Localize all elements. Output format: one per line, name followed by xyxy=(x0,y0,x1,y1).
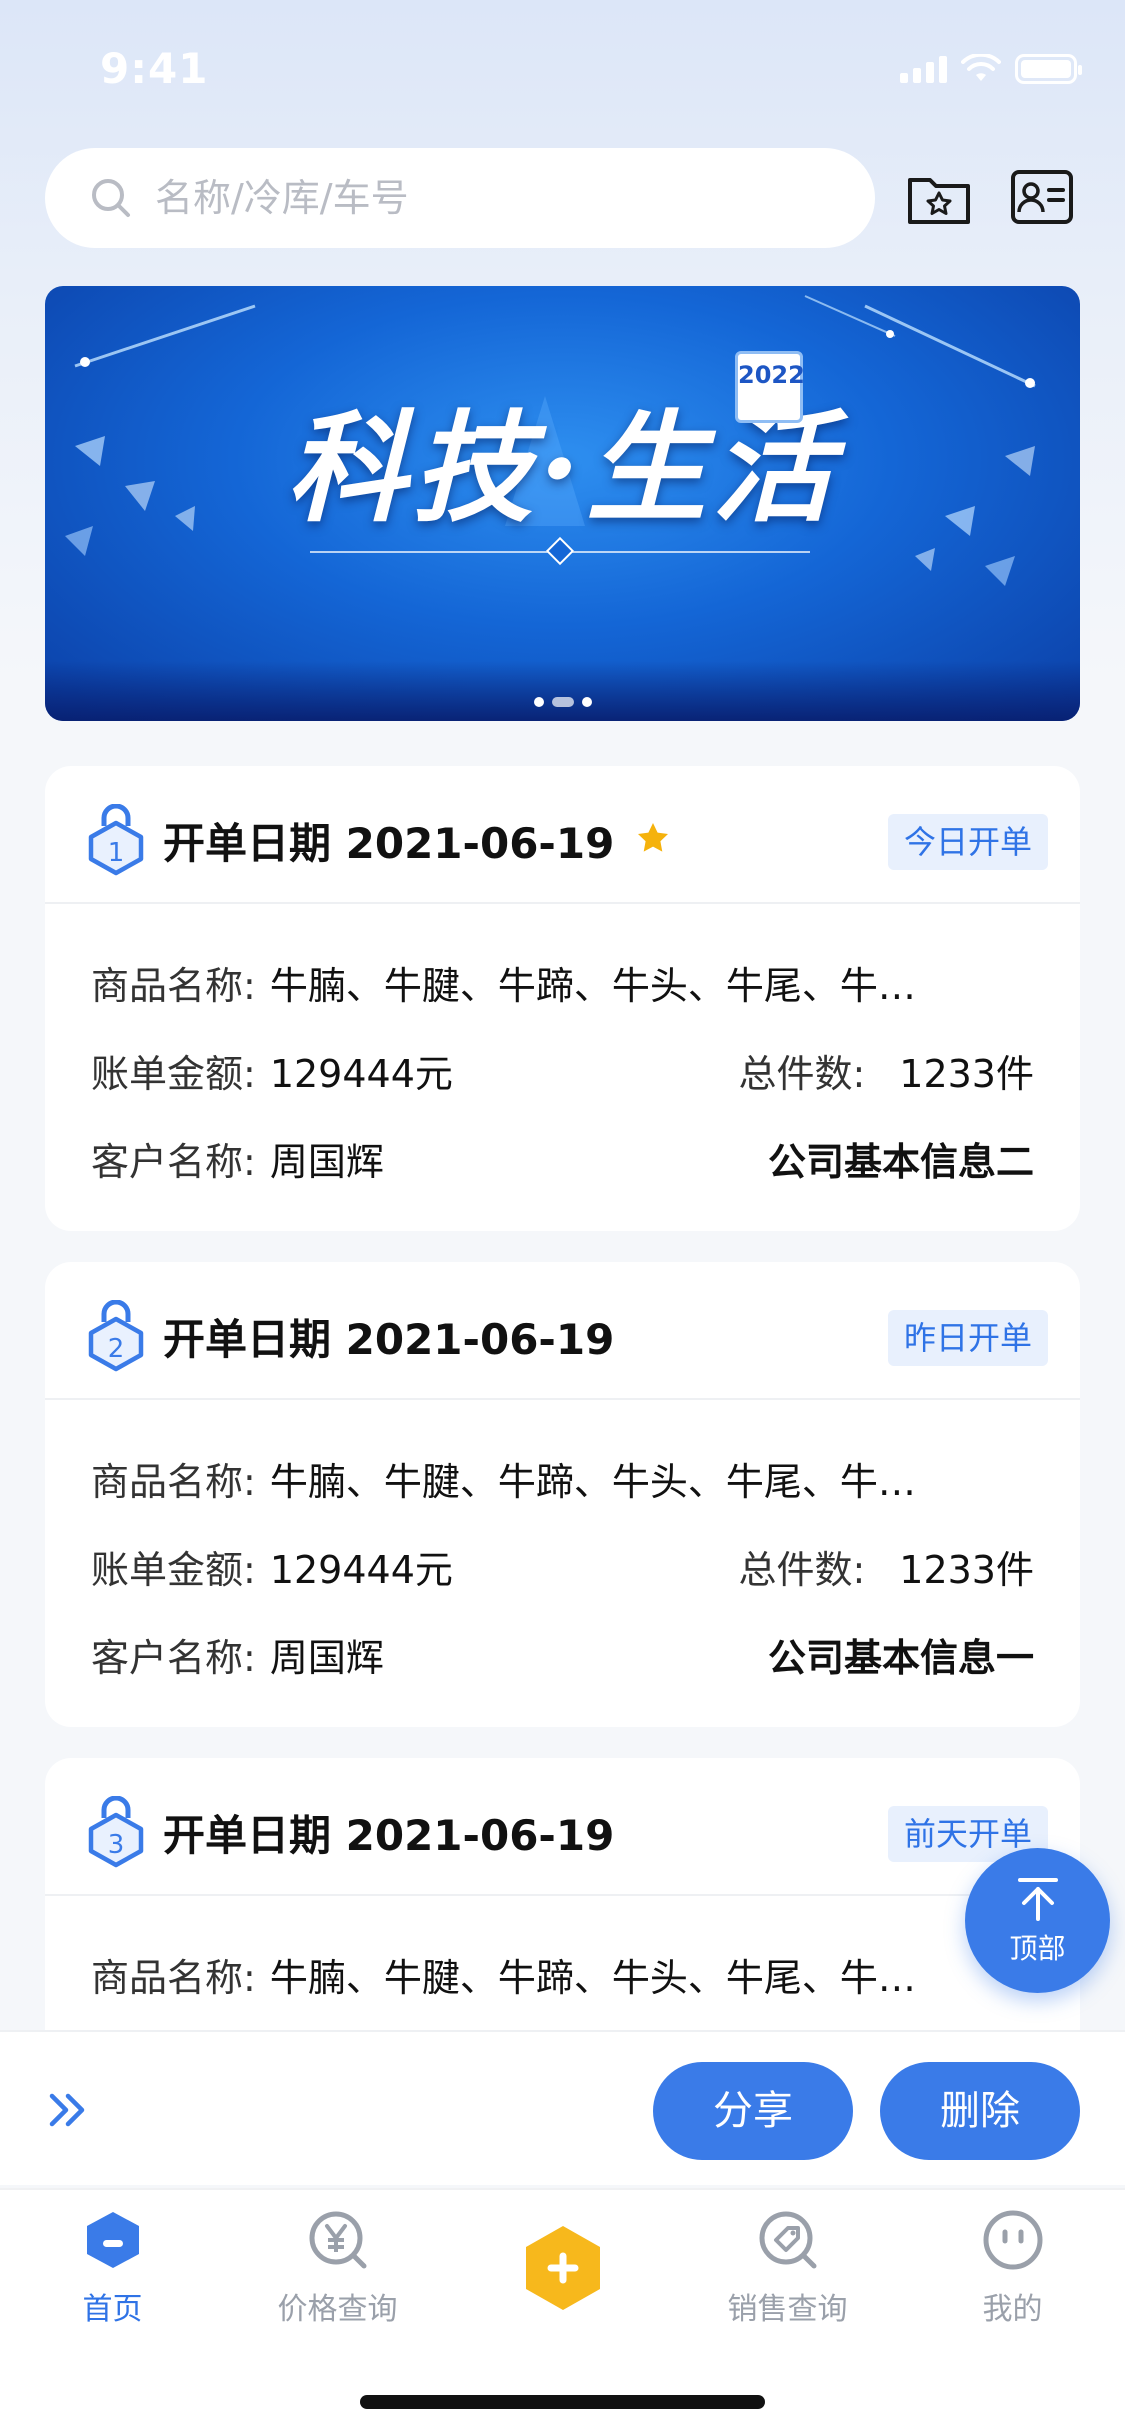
tag-search-icon xyxy=(759,2211,816,2269)
star-icon[interactable] xyxy=(635,820,671,856)
card-header: 2 开单日期 2021-06-19 昨日开单 xyxy=(45,1262,1080,1400)
count-value: 1233件 xyxy=(899,1547,1034,1592)
badge-number: 1 xyxy=(108,838,125,868)
contact-card-icon[interactable] xyxy=(1009,166,1075,228)
home-icon xyxy=(86,2212,139,2268)
card-date: 开单日期 2021-06-19 xyxy=(163,1306,614,1367)
cellular-signal-icon xyxy=(900,55,947,83)
count-value: 1233件 xyxy=(899,1051,1034,1096)
company-name: 公司基本信息一 xyxy=(767,1635,1034,1680)
tab-add[interactable] xyxy=(450,2208,675,2314)
product-label: 商品名称: xyxy=(91,963,256,1008)
product-label: 商品名称: xyxy=(91,1459,256,1504)
lock-number-badge-icon: 2 xyxy=(88,1300,144,1372)
card-header: 1 开单日期 2021-06-19 今日开单 xyxy=(45,766,1080,904)
order-card[interactable]: 2 开单日期 2021-06-19 昨日开单 商品名称: 牛腩、牛腱、牛蹄、牛头… xyxy=(45,1262,1080,1727)
card-date: 开单日期 2021-06-19 xyxy=(163,1802,614,1863)
search-input[interactable] xyxy=(155,176,835,220)
tab-label: 首页 xyxy=(82,2292,143,2327)
double-chevron-right-icon[interactable] xyxy=(48,2090,90,2130)
back-to-top-button[interactable]: 顶部 xyxy=(965,1848,1110,1993)
company-name: 公司基本信息二 xyxy=(767,1139,1034,1184)
tab-price-query[interactable]: 价格查询 xyxy=(225,2208,450,2328)
customer-label: 客户名称: xyxy=(91,1635,256,1680)
date-label: 开单日期 xyxy=(163,1811,332,1860)
product-value: 牛腩、牛腱、牛蹄、牛头、牛尾、牛… xyxy=(269,1459,916,1504)
product-row: 商品名称: 牛腩、牛腱、牛蹄、牛头、牛尾、牛… xyxy=(91,1944,1034,2004)
carousel-dot-active[interactable] xyxy=(551,697,574,707)
tab-label: 我的 xyxy=(982,2292,1043,2327)
lock-number-badge-icon: 1 xyxy=(88,804,144,876)
carousel-dot[interactable] xyxy=(533,697,544,707)
count-label: 总件数: xyxy=(738,1051,866,1096)
amount-label: 账单金额: xyxy=(91,1547,256,1592)
home-indicator xyxy=(360,2395,765,2409)
profile-face-icon xyxy=(983,2210,1042,2270)
badge-number: 2 xyxy=(108,1334,125,1364)
banner-year-badge: 2022 xyxy=(735,351,805,423)
back-to-top-label: 顶部 xyxy=(1009,1931,1066,1965)
customer-row: 客户名称: 周国辉 公司基本信息二 xyxy=(91,1128,1034,1188)
customer-value: 周国辉 xyxy=(269,1139,384,1184)
count-label: 总件数: xyxy=(738,1547,866,1592)
arrow-up-icon xyxy=(1017,1877,1058,1921)
count-group: 总件数: 1233件 xyxy=(738,1539,1034,1594)
promo-banner[interactable]: 科技·生活 2022 xyxy=(45,286,1080,721)
tab-sales-query[interactable]: 销售查询 xyxy=(675,2208,900,2328)
tab-home[interactable]: 首页 xyxy=(0,2208,225,2328)
date-label: 开单日期 xyxy=(163,1315,332,1364)
card-date: 开单日期 2021-06-19 xyxy=(163,810,614,871)
search-bar[interactable] xyxy=(45,148,875,248)
product-value: 牛腩、牛腱、牛蹄、牛头、牛尾、牛… xyxy=(269,1955,916,2000)
product-label: 商品名称: xyxy=(91,1955,256,2000)
tab-label: 价格查询 xyxy=(277,2292,398,2327)
search-icon xyxy=(92,179,130,217)
amount-value: 129444元 xyxy=(269,1051,453,1096)
product-value: 牛腩、牛腱、牛蹄、牛头、牛尾、牛… xyxy=(269,963,916,1008)
status-tag: 今日开单 xyxy=(887,814,1048,870)
wifi-icon xyxy=(961,54,1001,81)
customer-row: 客户名称: 周国辉 公司基本信息一 xyxy=(91,1624,1034,1684)
badge-number: 3 xyxy=(108,1830,125,1860)
customer-label: 客户名称: xyxy=(91,1139,256,1184)
card-header: 3 开单日期 2021-06-19 前天开单 xyxy=(45,1758,1080,1896)
delete-button[interactable]: 删除 xyxy=(880,2062,1080,2160)
order-card[interactable]: 3 开单日期 2021-06-19 前天开单 商品名称: 牛腩、牛腱、牛蹄、牛头… xyxy=(45,1758,1080,2030)
banner-title: 科技·生活 xyxy=(286,398,839,539)
status-icons xyxy=(900,54,1082,84)
battery-icon xyxy=(1015,54,1082,84)
amount-row: 账单金额: 129444元 总件数: 1233件 xyxy=(91,1040,1034,1100)
count-group: 总件数: 1233件 xyxy=(738,1043,1034,1098)
tab-label: 销售查询 xyxy=(727,2292,848,2327)
amount-label: 账单金额: xyxy=(91,1051,256,1096)
action-bar: 分享 删除 xyxy=(0,2030,1125,2185)
tab-mine[interactable]: 我的 xyxy=(900,2208,1125,2328)
date-value: 2021-06-19 xyxy=(345,1811,615,1860)
carousel-indicator[interactable] xyxy=(45,697,1080,707)
order-card[interactable]: 1 开单日期 2021-06-19 今日开单 商品名称: 牛腩、牛腱、牛蹄、牛头… xyxy=(45,766,1080,1231)
status-tag: 昨日开单 xyxy=(887,1310,1048,1366)
yen-search-icon xyxy=(309,2211,366,2269)
favorite-folder-icon[interactable] xyxy=(906,166,972,228)
date-label: 开单日期 xyxy=(163,819,332,868)
customer-value: 周国辉 xyxy=(269,1635,384,1680)
product-row: 商品名称: 牛腩、牛腱、牛蹄、牛头、牛尾、牛… xyxy=(91,1448,1034,1508)
status-time: 9:41 xyxy=(100,44,209,93)
date-value: 2021-06-19 xyxy=(345,819,615,868)
banner-floor xyxy=(45,661,1080,721)
share-button[interactable]: 分享 xyxy=(653,2062,853,2160)
product-row: 商品名称: 牛腩、牛腱、牛蹄、牛头、牛尾、牛… xyxy=(91,952,1034,1012)
amount-row: 账单金额: 129444元 总件数: 1233件 xyxy=(91,1536,1034,1596)
carousel-dot[interactable] xyxy=(581,697,592,707)
date-value: 2021-06-19 xyxy=(345,1315,615,1364)
lock-number-badge-icon: 3 xyxy=(88,1796,144,1868)
amount-value: 129444元 xyxy=(269,1547,453,1592)
plus-hexagon-icon xyxy=(525,2226,600,2310)
status-bar: 9:41 xyxy=(0,0,1125,140)
